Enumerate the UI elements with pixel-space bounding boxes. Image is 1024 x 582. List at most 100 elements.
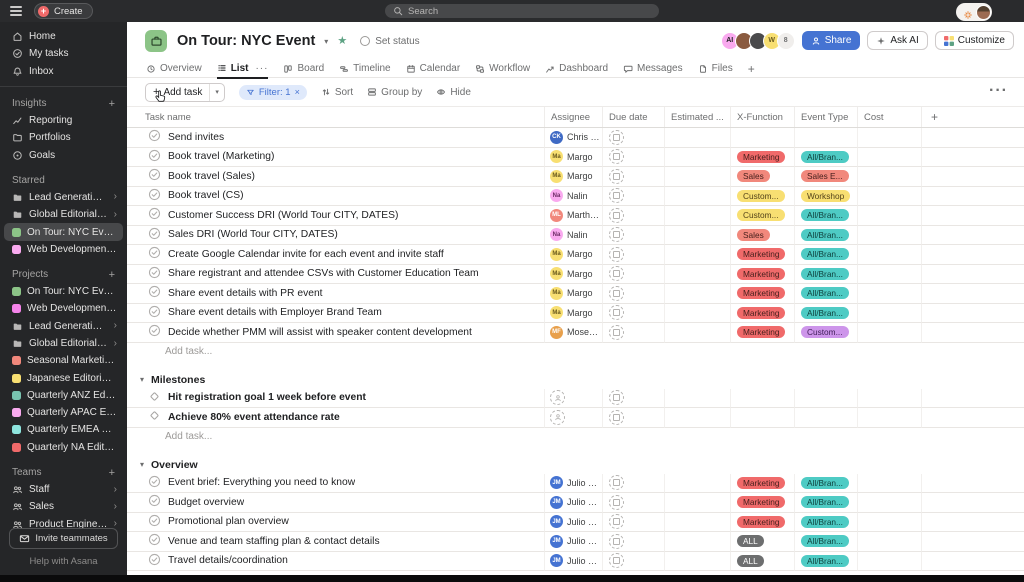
sidebar-item-lead-generation-ca-[interactable]: Lead Generation Ca...› bbox=[4, 189, 123, 206]
cost-cell[interactable] bbox=[858, 551, 922, 571]
x-function-cell[interactable]: Marketing bbox=[731, 303, 795, 323]
task-name-cell[interactable]: Book travel (Sales) bbox=[127, 167, 545, 187]
tag-pill[interactable]: Marketing bbox=[737, 267, 786, 280]
tab-messages[interactable]: Messages bbox=[623, 60, 683, 77]
task-name-cell[interactable]: Event brief: Everything you need to know bbox=[127, 473, 545, 493]
event-type-cell[interactable]: All/Bran... bbox=[795, 532, 858, 552]
task-row[interactable]: Send invitesCKChris Krutz... bbox=[127, 128, 1024, 148]
assignee-cell[interactable]: MLMartha Lewis bbox=[545, 206, 603, 226]
event-type-cell[interactable] bbox=[795, 128, 858, 148]
assignee-cell[interactable]: MFMoses Fidel bbox=[545, 323, 603, 343]
assignee-cell[interactable] bbox=[545, 388, 603, 408]
cost-cell[interactable] bbox=[858, 303, 922, 323]
tag-pill[interactable]: Marketing bbox=[737, 306, 786, 319]
due-date-cell[interactable] bbox=[603, 225, 665, 245]
task-name-cell[interactable]: Achieve 80% event attendance rate bbox=[127, 408, 545, 428]
due-date-cell[interactable] bbox=[603, 408, 665, 428]
cost-cell[interactable] bbox=[858, 225, 922, 245]
assignee-cell[interactable]: Ma Margo bbox=[545, 245, 603, 265]
column-header-estimated-[interactable]: Estimated ... bbox=[665, 107, 731, 127]
event-type-cell[interactable]: Sales E... bbox=[795, 167, 858, 187]
add-task-inline[interactable]: Add task... bbox=[127, 343, 1024, 361]
column-header-cost[interactable]: Cost bbox=[858, 107, 922, 127]
event-type-cell[interactable]: All/Bran... bbox=[795, 303, 858, 323]
x-function-cell[interactable] bbox=[731, 388, 795, 408]
milestone-icon[interactable] bbox=[148, 409, 161, 425]
check-circle-icon[interactable] bbox=[148, 324, 161, 340]
estimated-cell[interactable] bbox=[665, 551, 731, 571]
tag-pill[interactable]: Marketing bbox=[737, 515, 786, 528]
tag-pill[interactable]: Custom... bbox=[737, 209, 785, 222]
x-function-cell[interactable]: ALL bbox=[731, 551, 795, 571]
tag-pill[interactable]: Marketing bbox=[737, 248, 786, 261]
chevron-down-icon[interactable]: ▾ bbox=[324, 37, 328, 46]
cost-cell[interactable] bbox=[858, 206, 922, 226]
event-type-cell[interactable]: All/Bran... bbox=[795, 284, 858, 304]
x-function-cell[interactable]: Sales bbox=[731, 225, 795, 245]
tag-pill[interactable]: All/Bran... bbox=[801, 150, 849, 163]
clear-filter-icon[interactable]: × bbox=[295, 87, 300, 97]
task-row[interactable]: Book travel (Marketing) Ma Margo Marketing A… bbox=[127, 147, 1024, 167]
member-avatars[interactable]: AI W 8 bbox=[720, 31, 795, 50]
sidebar-item-on-tour-nyc-event[interactable]: On Tour: NYC Event bbox=[4, 283, 123, 300]
group-by-button[interactable]: Group by bbox=[367, 87, 422, 98]
x-function-cell[interactable]: Marketing bbox=[731, 512, 795, 532]
x-function-cell[interactable] bbox=[731, 128, 795, 148]
ask-ai-button[interactable]: Ask AI bbox=[867, 31, 928, 50]
check-circle-icon[interactable] bbox=[148, 553, 161, 569]
task-row[interactable]: Decide whether PMM will assist with spea… bbox=[127, 323, 1024, 343]
x-function-cell[interactable]: Marketing bbox=[731, 245, 795, 265]
assignee-cell[interactable]: JMJulio Martin bbox=[545, 493, 603, 513]
task-row[interactable]: Achieve 80% event attendance rate bbox=[127, 408, 1024, 428]
sidebar-item-global-editorial-cale-[interactable]: Global Editorial Cale...› bbox=[4, 335, 123, 352]
event-type-cell[interactable]: All/Bran... bbox=[795, 264, 858, 284]
check-circle-icon[interactable] bbox=[148, 285, 161, 301]
event-type-cell[interactable]: All/Bran... bbox=[795, 245, 858, 265]
x-function-cell[interactable] bbox=[731, 408, 795, 428]
estimated-cell[interactable] bbox=[665, 323, 731, 343]
sidebar-section-starred[interactable]: Starred bbox=[0, 173, 127, 189]
task-row[interactable]: Venue and team staffing plan & contact d… bbox=[127, 532, 1024, 552]
tab-timeline[interactable]: Timeline bbox=[339, 60, 391, 77]
due-date-placeholder-icon[interactable] bbox=[609, 266, 624, 282]
task-row[interactable]: Share registrant and attendee CSVs with … bbox=[127, 264, 1024, 284]
assignee-placeholder-icon[interactable] bbox=[550, 390, 565, 406]
filter-chip[interactable]: Filter: 1 × bbox=[238, 84, 307, 100]
tag-pill[interactable]: Sales bbox=[737, 170, 770, 183]
task-row[interactable]: Hit registration goal 1 week before even… bbox=[127, 388, 1024, 408]
event-type-cell[interactable]: All/Bran... bbox=[795, 551, 858, 571]
due-date-placeholder-icon[interactable] bbox=[609, 129, 624, 145]
estimated-cell[interactable] bbox=[665, 512, 731, 532]
assignee-placeholder-icon[interactable] bbox=[550, 409, 565, 425]
cost-cell[interactable] bbox=[858, 532, 922, 552]
due-date-cell[interactable] bbox=[603, 388, 665, 408]
due-date-cell[interactable] bbox=[603, 303, 665, 323]
tag-pill[interactable]: All/Bran... bbox=[801, 287, 849, 300]
estimated-cell[interactable] bbox=[665, 493, 731, 513]
cost-cell[interactable] bbox=[858, 264, 922, 284]
star-icon[interactable]: ★ bbox=[337, 35, 347, 47]
estimated-cell[interactable] bbox=[665, 167, 731, 187]
sidebar-item-web-development-sprint-[interactable]: Web Development Sprint... bbox=[4, 300, 123, 317]
due-date-cell[interactable] bbox=[603, 323, 665, 343]
estimated-cell[interactable] bbox=[665, 225, 731, 245]
chevron-right-icon[interactable]: › bbox=[114, 209, 117, 220]
column-header-due-date[interactable]: Due date bbox=[603, 107, 665, 127]
tab-list[interactable]: List ··· bbox=[216, 60, 269, 79]
x-function-cell[interactable]: Marketing bbox=[731, 147, 795, 167]
sidebar-item-quarterly-apac-editorial-[interactable]: Quarterly APAC Editorial ... bbox=[4, 404, 123, 421]
due-date-cell[interactable] bbox=[603, 128, 665, 148]
due-date-placeholder-icon[interactable] bbox=[609, 324, 624, 340]
assignee-cell[interactable] bbox=[545, 408, 603, 428]
task-row[interactable]: Book travel (CS) Na Nalin Custom... Workshop bbox=[127, 186, 1024, 206]
cost-cell[interactable] bbox=[858, 408, 922, 428]
sidebar-item-on-tour-nyc-event[interactable]: On Tour: NYC Event bbox=[4, 223, 123, 241]
section-header-overview[interactable]: ▾ Overview bbox=[127, 456, 1024, 474]
check-circle-icon[interactable] bbox=[148, 305, 161, 321]
tag-pill[interactable]: All/Bran... bbox=[801, 209, 849, 222]
set-status-button[interactable]: Set status bbox=[360, 36, 420, 47]
task-row[interactable]: Book travel (Sales) Ma Margo Sales Sales E..… bbox=[127, 167, 1024, 187]
task-row[interactable]: Sales DRI (World Tour CITY, DATES) Na Nali… bbox=[127, 225, 1024, 245]
due-date-placeholder-icon[interactable] bbox=[609, 168, 624, 184]
x-function-cell[interactable]: Marketing bbox=[731, 493, 795, 513]
